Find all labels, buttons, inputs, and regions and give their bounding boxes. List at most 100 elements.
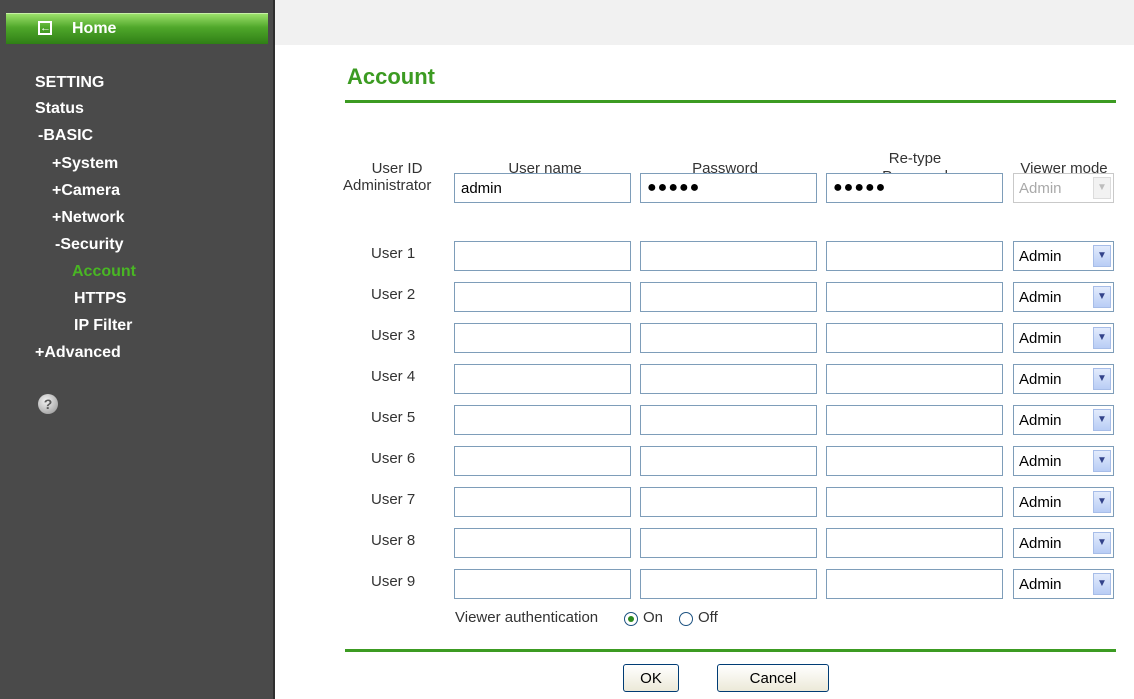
user-8-viewer-mode-select[interactable]: Admin ▼ — [1013, 528, 1114, 558]
header-retype-line1: Re-type — [888, 150, 942, 167]
nav-advanced[interactable]: +Advanced — [35, 343, 121, 363]
user-8-retype-password-input[interactable] — [826, 528, 1003, 558]
user-3-viewer-mode-select[interactable]: Admin ▼ — [1013, 323, 1114, 353]
user-7-password-input[interactable] — [640, 487, 817, 517]
top-strip — [275, 0, 1134, 45]
user-1-viewer-mode-select[interactable]: Admin ▼ — [1013, 241, 1114, 271]
radio-selected-dot — [628, 616, 634, 622]
viewer-authentication-label: Viewer authentication — [455, 609, 599, 626]
chevron-down-icon[interactable]: ▼ — [1093, 327, 1111, 349]
chevron-down-icon[interactable]: ▼ — [1093, 573, 1111, 595]
chevron-down-icon[interactable]: ▼ — [1093, 532, 1111, 554]
chevron-down-icon[interactable]: ▼ — [1093, 450, 1111, 472]
nav-account[interactable]: Account — [72, 262, 136, 282]
nav-ip-filter[interactable]: IP Filter — [74, 316, 132, 336]
sidebar: ← Home SETTING Status -BASIC +System +Ca… — [0, 0, 275, 699]
nav-https[interactable]: HTTPS — [74, 289, 126, 309]
user-9-username-input[interactable] — [454, 569, 631, 599]
user-3-username-input[interactable] — [454, 323, 631, 353]
user-8-username-input[interactable] — [454, 528, 631, 558]
user-9-viewer-mode-select[interactable]: Admin ▼ — [1013, 569, 1114, 599]
chevron-down-icon[interactable]: ▼ — [1093, 409, 1111, 431]
user-4-viewer-mode-select[interactable]: Admin ▼ — [1013, 364, 1114, 394]
ok-button[interactable]: OK — [623, 664, 679, 692]
chevron-down-icon[interactable]: ▼ — [1093, 368, 1111, 390]
row-label-user-6: User 6 — [371, 450, 416, 467]
nav-setting: SETTING — [35, 74, 105, 91]
user-9-retype-password-input[interactable] — [826, 569, 1003, 599]
user-1-password-input[interactable] — [640, 241, 817, 271]
auth-off-label: Off — [698, 609, 718, 626]
user-4-username-input[interactable] — [454, 364, 631, 394]
user-6-viewer-mode-value: Admin — [1019, 453, 1062, 470]
user-3-password-input[interactable] — [640, 323, 817, 353]
user-2-username-input[interactable] — [454, 282, 631, 312]
footer-divider — [345, 649, 1116, 652]
page-title: Account — [347, 64, 435, 89]
user-1-viewer-mode-value: Admin — [1019, 248, 1062, 265]
auth-on-label: On — [643, 609, 664, 626]
user-2-retype-password-input[interactable] — [826, 282, 1003, 312]
row-label-user-3: User 3 — [371, 327, 416, 344]
user-9-password-input[interactable] — [640, 569, 817, 599]
row-label-user-8: User 8 — [371, 532, 416, 549]
row-label-user-9: User 9 — [371, 573, 416, 590]
user-4-password-input[interactable] — [640, 364, 817, 394]
user-7-viewer-mode-select[interactable]: Admin ▼ — [1013, 487, 1114, 517]
title-divider — [345, 100, 1116, 103]
home-label: Home — [72, 20, 117, 37]
user-8-password-input[interactable] — [640, 528, 817, 558]
user-7-viewer-mode-value: Admin — [1019, 494, 1062, 511]
help-icon[interactable]: ? — [38, 394, 58, 414]
user-1-username-input[interactable] — [454, 241, 631, 271]
user-6-viewer-mode-select[interactable]: Admin ▼ — [1013, 446, 1114, 476]
admin-password-input[interactable] — [640, 173, 817, 203]
user-1-retype-password-input[interactable] — [826, 241, 1003, 271]
nav-camera[interactable]: +Camera — [52, 181, 120, 201]
user-5-retype-password-input[interactable] — [826, 405, 1003, 435]
nav-status[interactable]: Status — [35, 99, 84, 119]
user-3-viewer-mode-value: Admin — [1019, 330, 1062, 347]
user-4-viewer-mode-value: Admin — [1019, 371, 1062, 388]
row-label-administrator: Administrator — [343, 177, 432, 194]
header-user-id: User ID — [371, 160, 423, 177]
chevron-down-icon: ▼ — [1093, 177, 1111, 199]
user-9-viewer-mode-value: Admin — [1019, 576, 1062, 593]
row-label-user-4: User 4 — [371, 368, 416, 385]
admin-retype-password-input[interactable] — [826, 173, 1003, 203]
cancel-button[interactable]: Cancel — [717, 664, 829, 692]
nav-network[interactable]: +Network — [52, 208, 124, 228]
nav-security[interactable]: -Security — [55, 235, 123, 255]
user-3-retype-password-input[interactable] — [826, 323, 1003, 353]
user-6-retype-password-input[interactable] — [826, 446, 1003, 476]
back-arrow-icon: ← — [38, 21, 52, 35]
user-5-viewer-mode-select[interactable]: Admin ▼ — [1013, 405, 1114, 435]
admin-viewer-mode-value: Admin — [1019, 180, 1062, 197]
user-6-username-input[interactable] — [454, 446, 631, 476]
user-5-password-input[interactable] — [640, 405, 817, 435]
nav-system[interactable]: +System — [52, 154, 118, 174]
user-8-viewer-mode-value: Admin — [1019, 535, 1062, 552]
user-5-username-input[interactable] — [454, 405, 631, 435]
auth-off-radio[interactable] — [679, 612, 693, 626]
user-7-username-input[interactable] — [454, 487, 631, 517]
chevron-down-icon[interactable]: ▼ — [1093, 245, 1111, 267]
admin-viewer-mode-select: Admin ▼ — [1013, 173, 1114, 203]
user-2-password-input[interactable] — [640, 282, 817, 312]
admin-username-input[interactable] — [454, 173, 631, 203]
home-button[interactable]: ← Home — [6, 13, 268, 44]
user-6-password-input[interactable] — [640, 446, 817, 476]
row-label-user-5: User 5 — [371, 409, 416, 426]
user-2-viewer-mode-value: Admin — [1019, 289, 1062, 306]
user-5-viewer-mode-value: Admin — [1019, 412, 1062, 429]
row-label-user-1: User 1 — [371, 245, 416, 262]
row-label-user-2: User 2 — [371, 286, 416, 303]
user-4-retype-password-input[interactable] — [826, 364, 1003, 394]
chevron-down-icon[interactable]: ▼ — [1093, 286, 1111, 308]
auth-on-radio[interactable] — [624, 612, 638, 626]
row-label-user-7: User 7 — [371, 491, 416, 508]
user-7-retype-password-input[interactable] — [826, 487, 1003, 517]
nav-basic[interactable]: -BASIC — [38, 126, 93, 146]
chevron-down-icon[interactable]: ▼ — [1093, 491, 1111, 513]
user-2-viewer-mode-select[interactable]: Admin ▼ — [1013, 282, 1114, 312]
